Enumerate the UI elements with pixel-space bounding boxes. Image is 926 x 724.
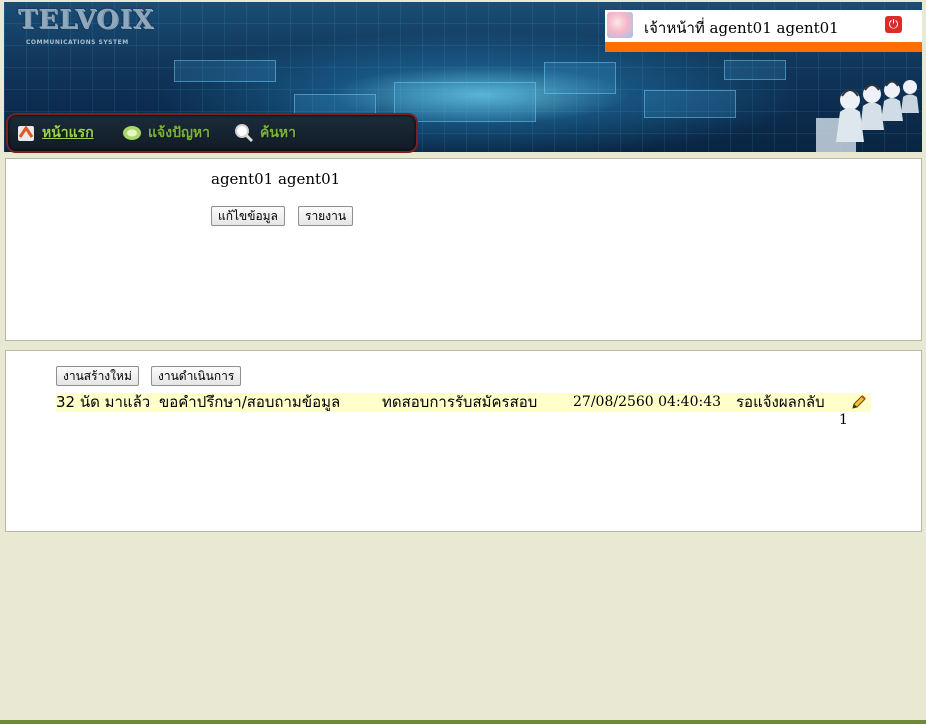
edit-pencil-icon[interactable] <box>850 394 867 411</box>
nav-item-home-label: หน้าแรก <box>42 125 94 141</box>
app-logo: TELVOIX <box>18 5 155 35</box>
nav-item-home[interactable]: หน้าแรก <box>16 123 94 143</box>
user-avatar-icon <box>607 12 633 38</box>
banner-panel-decoration <box>644 90 736 118</box>
edit-profile-button[interactable]: แก้ไขข้อมูล <box>211 206 285 226</box>
profile-panel: agent01 agent01 แก้ไขข้อมูล รายงาน <box>5 158 922 341</box>
nav-item-report-problem-label: แจ้งปัญหา <box>148 125 210 141</box>
search-icon <box>235 124 254 143</box>
banner-panel-decoration <box>724 60 786 80</box>
user-name-label: เจ้าหน้าที่ agent01 agent01 <box>644 19 839 37</box>
task-subject: ทดสอบการรับสมัครสอบ <box>382 393 538 411</box>
banner-panel-decoration <box>544 62 616 94</box>
pagination-page[interactable]: 1 <box>839 412 848 428</box>
home-icon <box>18 125 34 141</box>
report-button[interactable]: รายงาน <box>298 206 354 226</box>
report-problem-icon <box>123 126 141 140</box>
main-navigation: หน้าแรก แจ้งปัญหา ค้นหา <box>6 113 418 153</box>
nav-item-search-label: ค้นหา <box>260 125 297 141</box>
task-datetime: 27/08/2560 04:40:43 <box>573 394 722 410</box>
nav-item-report-problem[interactable]: แจ้งปัญหา <box>122 123 210 143</box>
power-icon[interactable]: ⏻ <box>885 16 902 33</box>
user-accent-stripe <box>605 42 922 52</box>
task-category: ขอคำปรึกษา/สอบถามข้อมูล <box>159 393 341 411</box>
nav-item-search[interactable]: ค้นหา <box>234 123 296 143</box>
agent-name: agent01 agent01 <box>211 170 341 188</box>
bottom-border <box>0 720 926 724</box>
in-progress-tasks-button[interactable]: งานดำเนินการ <box>151 366 242 386</box>
banner-panel-decoration <box>174 60 276 82</box>
task-status: รอแจ้งผลกลับ <box>736 393 825 411</box>
task-panel: งานสร้างใหม่ งานดำเนินการ 32 นัด มาแล้ว … <box>5 350 922 532</box>
call-center-agents-icon <box>816 80 919 152</box>
app-logo-subtitle: COMMUNICATIONS SYSTEM <box>26 39 129 46</box>
new-tasks-button[interactable]: งานสร้างใหม่ <box>56 366 139 386</box>
task-age: 32 นัด มาแล้ว <box>56 393 151 411</box>
table-row[interactable]: 32 นัด มาแล้ว ขอคำปรึกษา/สอบถามข้อมูล ทด… <box>56 393 871 412</box>
